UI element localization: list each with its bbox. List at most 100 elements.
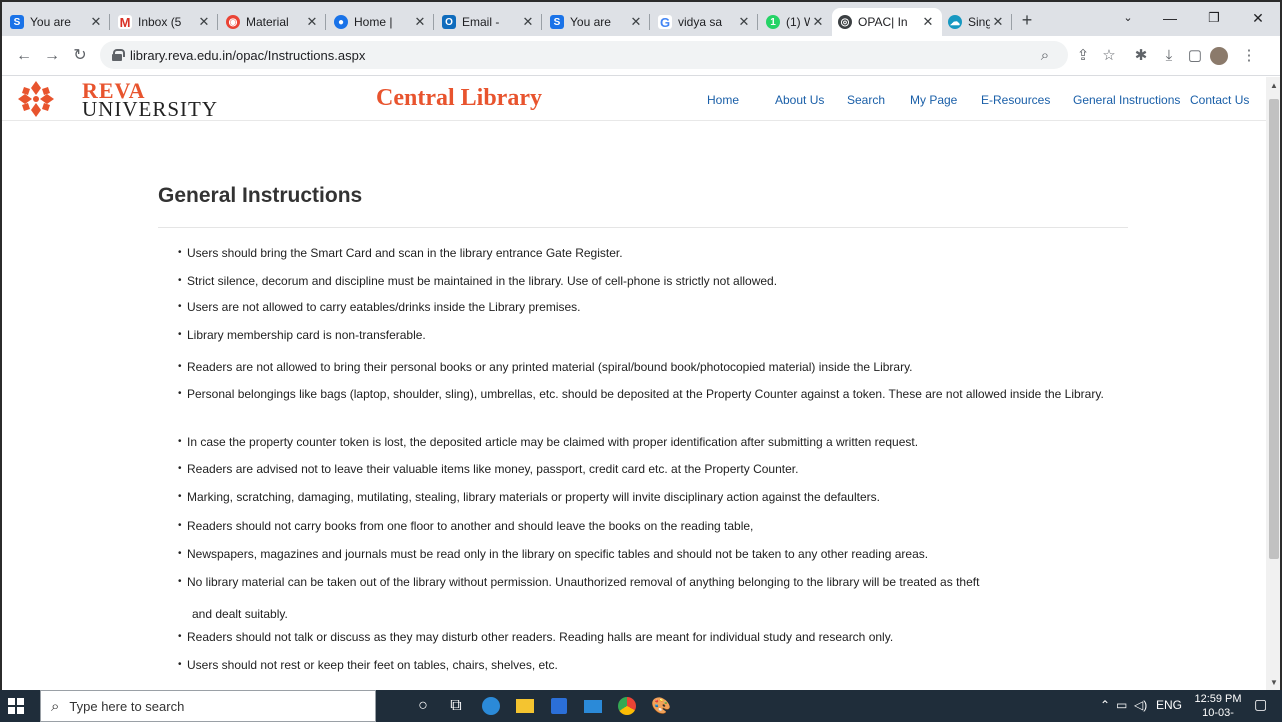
tab-vidya[interactable]: G vidya sa ✕ — [652, 8, 758, 36]
list-item: Library membership card is non-transfera… — [178, 327, 426, 343]
bookmark-star-icon[interactable]: ☆ — [1098, 44, 1120, 68]
tab-whatsapp[interactable]: 1 (1) What ✕ — [760, 8, 832, 36]
tab-title: Email - — [462, 15, 500, 29]
tab-you-are-2[interactable]: S You are ✕ — [544, 8, 650, 36]
list-item: In case the property counter token is lo… — [178, 434, 918, 450]
avatar[interactable] — [1208, 44, 1230, 68]
nav-search[interactable]: Search — [847, 93, 885, 107]
file-explorer-icon[interactable] — [512, 694, 538, 718]
store-icon[interactable] — [546, 694, 572, 718]
clock-time: 12:59 PM — [1194, 693, 1242, 705]
reload-icon[interactable]: ↻ — [68, 44, 92, 68]
tab-material[interactable]: ◉ Material ✕ — [220, 8, 326, 36]
zoom-icon[interactable]: ⌕ — [1034, 44, 1056, 68]
scrollbar-thumb[interactable] — [1269, 99, 1279, 559]
nav-home[interactable]: Home — [707, 93, 739, 107]
nav-e-resources[interactable]: E-Resources — [981, 93, 1050, 107]
tab-inbox[interactable]: M Inbox (5 ✕ — [112, 8, 218, 36]
list-item: No library material can be taken out of … — [178, 574, 979, 590]
tray-expand-icon[interactable]: ⌃ — [1100, 698, 1110, 712]
restore-button[interactable]: ❐ — [1194, 6, 1234, 30]
page-viewport: REVA UNIVERSITY Central Library Home Abo… — [2, 77, 1266, 690]
lock-icon — [112, 49, 125, 61]
close-icon[interactable]: ✕ — [88, 14, 104, 30]
logo-line2: UNIVERSITY — [82, 97, 218, 121]
close-icon[interactable]: ✕ — [520, 14, 536, 30]
close-icon[interactable]: ✕ — [990, 14, 1006, 30]
tab-search-icon[interactable]: ⌄ — [1108, 6, 1148, 30]
google-icon: G — [658, 14, 672, 30]
page-scrollbar[interactable]: ▲ ▼ — [1266, 77, 1280, 690]
close-icon[interactable]: ✕ — [412, 14, 428, 30]
home-icon: ● — [334, 15, 348, 29]
share-icon[interactable]: ⇪ — [1072, 44, 1094, 68]
sidepanel-icon[interactable]: ▢ — [1184, 44, 1206, 68]
list-item-continuation: and dealt suitably. — [192, 607, 288, 621]
nav-about-us[interactable]: About Us — [775, 93, 824, 107]
windows-start-icon[interactable] — [8, 698, 24, 714]
site-header: REVA UNIVERSITY Central Library Home Abo… — [2, 77, 1266, 121]
list-item: Readers are not allowed to bring their p… — [178, 359, 913, 375]
system-clock[interactable]: 12:59 PM 10-03-2023 — [1194, 692, 1242, 722]
clock-date: 10-03-2023 — [1202, 707, 1234, 722]
minimize-button[interactable]: — — [1150, 6, 1190, 30]
taskbar-search-input[interactable]: ⌕ Type here to search — [40, 690, 376, 722]
globe-icon: ◎ — [838, 15, 852, 29]
tab-title: Single S — [968, 15, 990, 29]
task-view-icon[interactable]: ⧉ — [443, 694, 469, 718]
tab-title: OPAC| In — [858, 15, 908, 29]
notification-icon[interactable]: ▢ — [1254, 696, 1267, 713]
close-icon[interactable]: ✕ — [196, 14, 212, 30]
language-indicator[interactable]: ENG — [1156, 698, 1182, 712]
chrome-icon[interactable] — [614, 694, 640, 718]
list-item: Readers should not talk or discuss as th… — [178, 629, 893, 645]
extensions-icon[interactable]: ✱ — [1130, 44, 1152, 68]
paint-icon[interactable]: 🎨 — [648, 694, 674, 718]
volume-icon[interactable]: ◁) — [1134, 698, 1147, 712]
close-icon[interactable]: ✕ — [628, 14, 644, 30]
nav-contact-us[interactable]: Contact Us — [1190, 93, 1249, 107]
list-item: Newspapers, magazines and journals must … — [178, 546, 928, 562]
nav-my-page[interactable]: My Page — [910, 93, 957, 107]
cortana-icon[interactable]: ○ — [410, 694, 436, 718]
search-icon: ⌕ — [51, 697, 60, 715]
tab-email[interactable]: O Email - ✕ — [436, 8, 542, 36]
list-item: Marking, scratching, damaging, mutilatin… — [178, 489, 880, 505]
network-icon[interactable]: ▭ — [1116, 698, 1127, 712]
tab-title: Material — [246, 15, 289, 29]
new-tab-button[interactable]: + — [1014, 8, 1040, 32]
close-icon[interactable]: ✕ — [920, 14, 936, 30]
close-icon[interactable]: ✕ — [736, 14, 752, 30]
page-title: General Instructions — [158, 184, 363, 207]
tab-you-are-1[interactable]: S You are ✕ — [4, 8, 110, 36]
tab-title: Home | — [354, 15, 393, 29]
back-icon[interactable]: ← — [12, 44, 36, 68]
search-placeholder: Type here to search — [69, 698, 185, 714]
list-item: Readers should not carry books from one … — [178, 518, 753, 534]
address-bar[interactable]: library.reva.edu.in/opac/Instructions.as… — [100, 41, 1068, 69]
tab-title: You are — [570, 15, 611, 29]
mail-icon[interactable] — [580, 694, 606, 718]
tab-title: You are — [30, 15, 71, 29]
download-icon[interactable]: ⤓ — [1158, 44, 1180, 68]
s-icon: S — [550, 15, 564, 29]
scroll-down-icon[interactable]: ▼ — [1269, 678, 1279, 688]
forward-icon[interactable]: → — [40, 44, 64, 68]
close-window-button[interactable]: ✕ — [1238, 6, 1278, 30]
tab-opac-active[interactable]: ◎ OPAC| In ✕ — [832, 8, 942, 36]
divider — [158, 227, 1128, 228]
list-item: Users are not allowed to carry eatables/… — [178, 299, 581, 315]
url-text: library.reva.edu.in/opac/Instructions.as… — [130, 47, 366, 63]
outlook-icon: O — [442, 15, 456, 29]
menu-kebab-icon[interactable]: ⋮ — [1238, 44, 1260, 68]
tab-title: (1) What — [786, 15, 810, 29]
close-icon[interactable]: ✕ — [304, 14, 320, 30]
edge-icon[interactable] — [478, 694, 504, 718]
tab-home[interactable]: ● Home | ✕ — [328, 8, 434, 36]
list-item: Strict silence, decorum and discipline m… — [178, 273, 777, 289]
nav-general-instructions[interactable]: General Instructions — [1073, 93, 1180, 107]
gmail-icon: M — [118, 14, 132, 30]
scroll-up-icon[interactable]: ▲ — [1269, 81, 1279, 91]
tab-single[interactable]: ☁ Single S ✕ — [942, 8, 1012, 36]
close-icon[interactable]: ✕ — [810, 14, 826, 30]
